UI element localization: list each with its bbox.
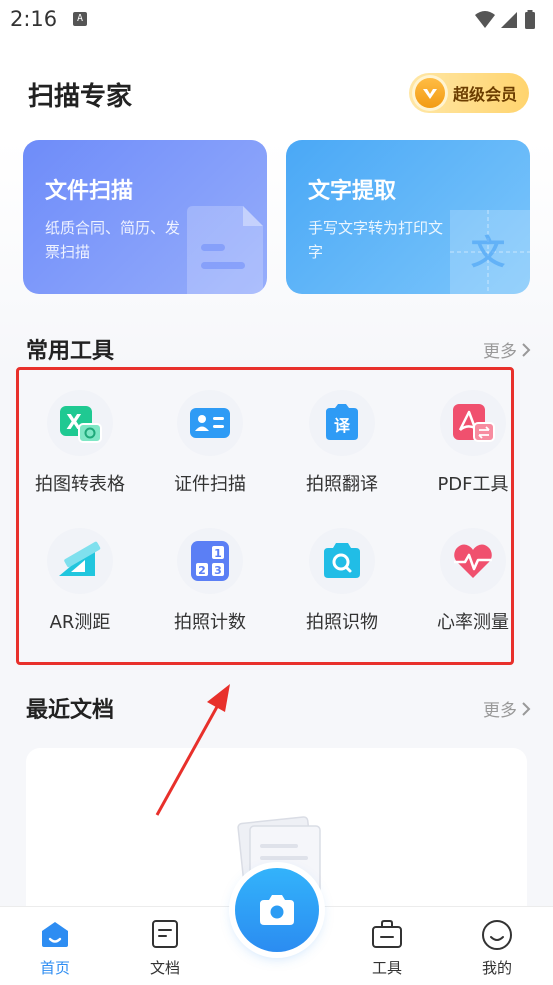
tab-documents[interactable]: 文档	[120, 907, 210, 985]
camera-icon	[260, 895, 294, 925]
toolbox-icon	[372, 920, 402, 948]
tab-home[interactable]: 首页	[10, 907, 100, 985]
document-icon	[152, 920, 178, 948]
profile-icon	[482, 920, 512, 950]
annotation-arrow	[155, 684, 230, 816]
tab-label: 首页	[39, 959, 70, 977]
tab-label: 文档	[149, 959, 180, 977]
camera-button[interactable]	[235, 868, 319, 952]
tab-label: 我的	[481, 959, 512, 977]
tab-profile[interactable]: 我的	[452, 907, 542, 985]
tab-label: 工具	[371, 959, 402, 977]
tab-tools[interactable]: 工具	[342, 907, 432, 985]
home-icon	[42, 922, 68, 947]
